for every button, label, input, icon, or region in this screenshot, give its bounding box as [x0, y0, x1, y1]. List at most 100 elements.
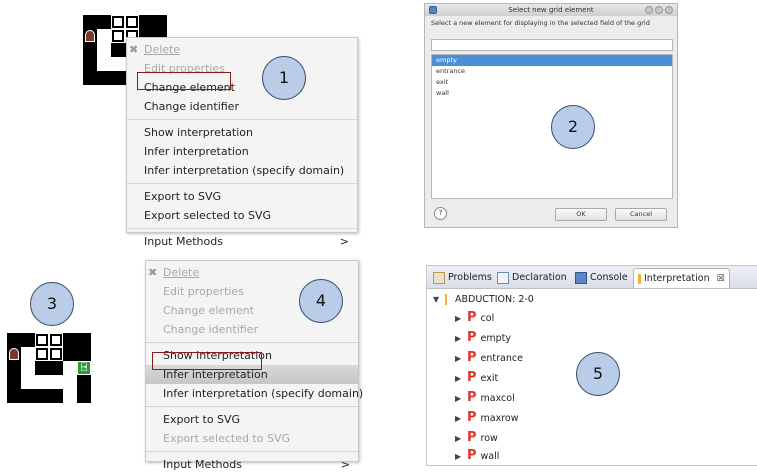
tab-problems[interactable]: Problems	[429, 268, 496, 287]
grid-cell[interactable]	[111, 57, 125, 71]
cancel-button[interactable]: Cancel	[615, 208, 667, 221]
grid-cell[interactable]	[83, 43, 97, 57]
grid-cell[interactable]	[7, 389, 21, 403]
expand-chevron-icon[interactable]: ▶	[455, 431, 467, 447]
grid-cell[interactable]	[7, 375, 21, 389]
grid-cell[interactable]	[7, 361, 21, 375]
menu-item-delete[interactable]: ✖ Delete	[127, 40, 357, 59]
grid-cell[interactable]	[97, 71, 111, 85]
tab-declaration[interactable]: Declaration	[493, 268, 571, 287]
grid-cell[interactable]	[111, 71, 125, 85]
expand-chevron-icon[interactable]: ▶	[455, 371, 467, 387]
selected-grid-cell[interactable]	[125, 15, 139, 29]
grid-cell[interactable]	[97, 43, 111, 57]
maze-grid-bottom[interactable]: ⍈	[7, 333, 91, 403]
menu-item-infer-interpretation[interactable]: Infer interpretation	[127, 142, 357, 161]
list-item-wall[interactable]: wall	[432, 88, 672, 99]
tree-item-maxrow[interactable]: ▶ Pmaxrow	[455, 410, 519, 426]
close-tab-icon[interactable]: ☒	[717, 274, 725, 284]
menu-item-input-methods[interactable]: Input Methods >	[127, 232, 357, 251]
grid-cell[interactable]	[21, 347, 35, 361]
grid-cell[interactable]	[83, 15, 97, 29]
grid-cell[interactable]	[83, 57, 97, 71]
dialog-max-button[interactable]	[655, 6, 663, 14]
entrance-cell[interactable]	[7, 347, 21, 361]
dialog-close-button[interactable]	[665, 6, 673, 14]
selected-grid-cell[interactable]	[49, 347, 63, 361]
tree-item-exit[interactable]: ▶ Pexit	[455, 370, 498, 386]
grid-cell[interactable]	[63, 347, 77, 361]
menu-item-change-identifier[interactable]: Change identifier	[127, 97, 357, 116]
grid-cell[interactable]	[63, 389, 77, 403]
tree-item-wall[interactable]: ▶ Pwall	[455, 448, 499, 464]
tree-item-maxcol[interactable]: ▶ Pmaxcol	[455, 390, 515, 406]
list-item-exit[interactable]: exit	[432, 77, 672, 88]
dialog-menu-icon[interactable]	[429, 6, 437, 14]
menu-item-export-svg[interactable]: Export to SVG	[127, 187, 357, 206]
grid-cell[interactable]	[77, 389, 91, 403]
grid-cell[interactable]	[49, 361, 63, 375]
grid-cell[interactable]	[83, 71, 97, 85]
grid-cell[interactable]	[63, 361, 77, 375]
selected-grid-cell[interactable]	[35, 347, 49, 361]
callout-3: 3	[30, 282, 74, 326]
element-filter-input[interactable]	[431, 39, 673, 51]
selected-grid-cell[interactable]	[111, 15, 125, 29]
menu-item-export-svg[interactable]: Export to SVG	[146, 410, 358, 429]
grid-cell[interactable]	[77, 333, 91, 347]
grid-cell[interactable]	[49, 389, 63, 403]
grid-cell[interactable]	[21, 333, 35, 347]
ok-button[interactable]: OK	[555, 208, 607, 221]
grid-cell[interactable]	[97, 57, 111, 71]
grid-cell[interactable]	[21, 389, 35, 403]
expand-chevron-icon[interactable]: ▶	[455, 411, 467, 427]
tree-item-empty[interactable]: ▶ Pempty	[455, 330, 511, 346]
menu-item-infer-interpretation-domain[interactable]: Infer interpretation (specify domain)	[146, 384, 363, 403]
tab-interpretation[interactable]: Interpretation ☒	[633, 268, 730, 288]
menu-item-input-methods[interactable]: Input Methods >	[146, 455, 358, 474]
grid-cell[interactable]	[111, 43, 125, 57]
expand-chevron-icon[interactable]: ▶	[455, 311, 467, 327]
grid-cell[interactable]	[77, 375, 91, 389]
grid-cell[interactable]	[139, 15, 153, 29]
grid-cell[interactable]	[21, 375, 35, 389]
expand-chevron-icon[interactable]: ▶	[455, 351, 467, 367]
list-item-entrance[interactable]: entrance	[432, 66, 672, 77]
help-button[interactable]: ?	[434, 207, 447, 220]
exit-cell[interactable]: ⍈	[77, 361, 91, 375]
tree-item-entrance[interactable]: ▶ Pentrance	[455, 350, 523, 366]
grid-cell[interactable]	[97, 29, 111, 43]
entrance-cell[interactable]	[83, 29, 97, 43]
selected-grid-cell[interactable]	[111, 29, 125, 43]
grid-cell[interactable]	[153, 15, 167, 29]
tree-item-col[interactable]: ▶ Pcol	[455, 310, 494, 326]
selected-grid-cell[interactable]	[49, 333, 63, 347]
grid-cell[interactable]	[35, 361, 49, 375]
selected-grid-cell[interactable]	[35, 333, 49, 347]
grid-cell[interactable]	[21, 361, 35, 375]
menu-item-show-interpretation[interactable]: Show interpretation	[127, 123, 357, 142]
menu-item-infer-interpretation-domain[interactable]: Infer interpretation (specify domain)	[127, 161, 357, 180]
grid-cell[interactable]	[77, 347, 91, 361]
problems-icon	[433, 271, 445, 284]
grid-cell[interactable]	[63, 333, 77, 347]
menu-item-change-identifier[interactable]: Change identifier	[146, 320, 358, 339]
delete-x-icon: ✖	[148, 266, 158, 279]
grid-cell[interactable]	[49, 375, 63, 389]
grid-cell[interactable]	[35, 375, 49, 389]
expand-chevron-icon[interactable]: ▶	[455, 331, 467, 347]
tree-item-row[interactable]: ▶ Prow	[455, 430, 498, 446]
tab-console[interactable]: Console	[571, 268, 632, 287]
grid-cell[interactable]	[35, 389, 49, 403]
grid-cell[interactable]	[7, 333, 21, 347]
collapse-chevron-icon[interactable]: ▼	[433, 292, 445, 308]
tree-root[interactable]: ▼ ABDUCTION: 2-0	[433, 292, 534, 308]
list-item-empty[interactable]: empty	[432, 55, 672, 66]
menu-item-export-selected-svg[interactable]: Export selected to SVG	[146, 429, 358, 448]
grid-cell[interactable]	[97, 15, 111, 29]
expand-chevron-icon[interactable]: ▶	[455, 449, 467, 465]
grid-cell[interactable]	[63, 375, 77, 389]
expand-chevron-icon[interactable]: ▶	[455, 391, 467, 407]
dialog-min-button[interactable]	[645, 6, 653, 14]
menu-item-export-selected-svg[interactable]: Export selected to SVG	[127, 206, 357, 225]
